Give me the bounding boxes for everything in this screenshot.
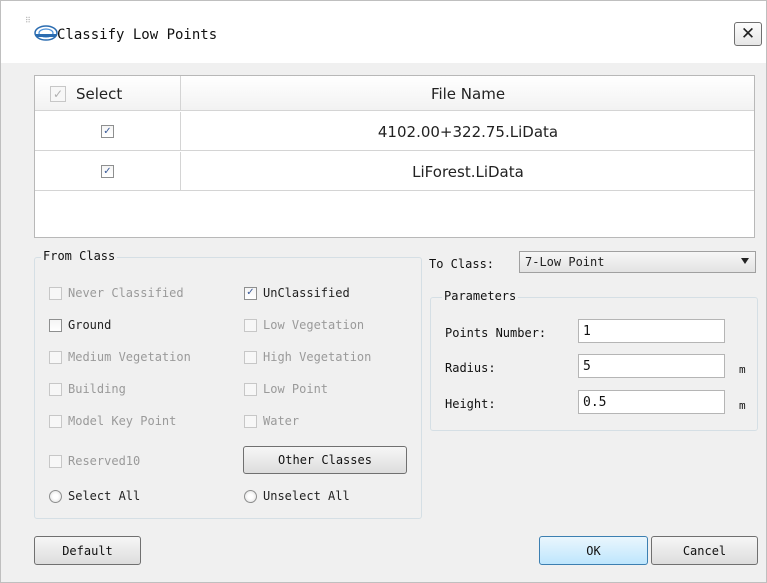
radius-unit: m [739, 363, 746, 376]
file-table-header: ✓ Select File Name [35, 76, 754, 111]
table-row[interactable]: ✓ 4102.00+322.75.LiData [35, 112, 754, 151]
header-select-cell: ✓ Select [35, 76, 181, 111]
option-model-key-point[interactable]: Model Key Point [49, 414, 176, 428]
option-label: Water [263, 414, 300, 428]
to-class-selected: 7-Low Point [525, 255, 605, 269]
option-label: Reserved10 [68, 454, 141, 468]
option-high-vegetation[interactable]: High Vegetation [244, 350, 371, 364]
header-select-label: Select [76, 84, 123, 103]
option-label: UnClassified [263, 286, 350, 300]
window-title: Classify Low Points [57, 27, 218, 43]
height-label: Height: [445, 397, 496, 411]
radio-circle[interactable] [49, 489, 62, 503]
option-low-point[interactable]: Low Point [244, 382, 328, 396]
unselect-all-radio[interactable]: Unselect All [244, 489, 350, 503]
app-logo-icon [34, 25, 58, 41]
row-select-cell: ✓ [35, 152, 181, 191]
option-label: Unselect All [263, 489, 350, 503]
select-all-files-checkbox[interactable]: ✓ [50, 85, 66, 102]
check-icon: ✓ [103, 165, 112, 177]
close-button[interactable]: ✕ [734, 22, 762, 46]
file-table: ✓ Select File Name ✓ 4102.00+322.75.LiDa… [34, 75, 755, 238]
unclassified-checkbox[interactable]: ✓ [244, 286, 257, 300]
option-reserved10[interactable]: Reserved10 [49, 454, 140, 468]
option-label: Medium Vegetation [68, 350, 191, 364]
classify-low-points-dialog: ⠿ Classify Low Points ✕ ✓ Select File Na… [0, 0, 767, 583]
radius-label: Radius: [445, 361, 496, 375]
check-icon: ✓ [103, 125, 112, 137]
ground-checkbox[interactable] [49, 318, 62, 332]
low-point-checkbox[interactable] [244, 382, 257, 396]
default-button[interactable]: Default [34, 536, 141, 565]
height-input[interactable]: 0.5 [578, 390, 725, 414]
radius-input[interactable]: 5 [578, 354, 725, 378]
water-checkbox[interactable] [244, 414, 257, 428]
row-file-name: 4102.00+322.75.LiData [377, 122, 559, 141]
other-classes-button[interactable]: Other Classes [243, 446, 407, 474]
option-label: Low Point [263, 382, 329, 396]
to-class-label: To Class: [429, 257, 495, 271]
option-unclassified[interactable]: ✓ UnClassified [244, 286, 350, 300]
row-select-cell: ✓ [35, 112, 181, 151]
option-label: Never Classified [68, 286, 184, 300]
header-file-name: File Name [430, 84, 506, 103]
dropdown-arrow-icon [741, 258, 749, 264]
radio-circle[interactable] [244, 489, 257, 503]
table-row[interactable]: ✓ LiForest.LiData [35, 152, 754, 191]
to-class-dropdown[interactable]: 7-Low Point [519, 251, 756, 273]
drag-grip-icon: ⠿ [25, 16, 31, 25]
parameters-title: Parameters [442, 289, 519, 303]
model-key-point-checkbox[interactable] [49, 414, 62, 428]
building-checkbox[interactable] [49, 382, 62, 396]
never-classified-checkbox[interactable] [49, 286, 62, 300]
points-number-label: Points Number: [445, 326, 547, 340]
row-checkbox[interactable]: ✓ [101, 165, 114, 178]
cancel-button[interactable]: Cancel [651, 536, 758, 565]
option-never-classified[interactable]: Never Classified [49, 286, 184, 300]
option-label: Ground [68, 318, 112, 332]
option-water[interactable]: Water [244, 414, 299, 428]
close-icon: ✕ [740, 24, 756, 44]
high-vegetation-checkbox[interactable] [244, 350, 257, 364]
option-label: Model Key Point [68, 414, 177, 428]
option-label: Low Vegetation [263, 318, 365, 332]
points-number-input[interactable]: 1 [578, 319, 725, 343]
reserved10-checkbox[interactable] [49, 454, 62, 468]
option-building[interactable]: Building [49, 382, 126, 396]
option-label: Building [68, 382, 126, 396]
check-icon: ✓ [52, 86, 64, 101]
option-ground[interactable]: Ground [49, 318, 111, 332]
option-low-vegetation[interactable]: Low Vegetation [244, 318, 364, 332]
medium-vegetation-checkbox[interactable] [49, 350, 62, 364]
from-class-title: From Class [41, 249, 118, 263]
option-label: High Vegetation [263, 350, 372, 364]
height-unit: m [739, 399, 746, 412]
select-all-radio[interactable]: Select All [49, 489, 140, 503]
ok-button[interactable]: OK [539, 536, 648, 565]
title-bar: ⠿ Classify Low Points ✕ [1, 1, 766, 63]
option-medium-vegetation[interactable]: Medium Vegetation [49, 350, 191, 364]
row-file-name: LiForest.LiData [412, 162, 524, 181]
low-vegetation-checkbox[interactable] [244, 318, 257, 332]
option-label: Select All [68, 489, 141, 503]
row-checkbox[interactable]: ✓ [101, 125, 114, 138]
check-icon: ✓ [246, 287, 255, 298]
